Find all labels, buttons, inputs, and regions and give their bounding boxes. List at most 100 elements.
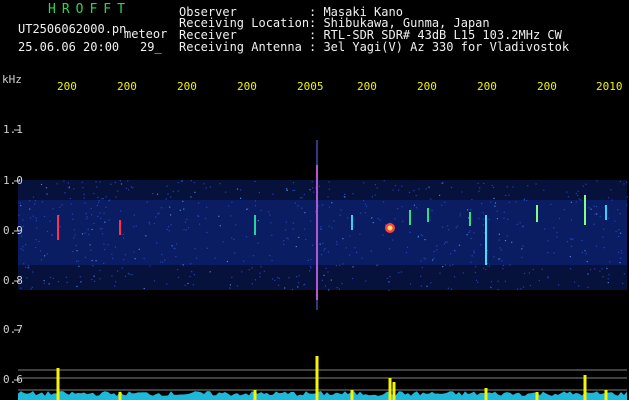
- noise-speck: [286, 189, 288, 191]
- noise-speck: [359, 233, 361, 235]
- noise-speck: [415, 195, 417, 197]
- noise-speck: [449, 264, 451, 267]
- noise-speck: [619, 262, 621, 264]
- noise-speck: [313, 191, 315, 193]
- noise-speck: [218, 215, 220, 217]
- noise-speck: [623, 183, 625, 185]
- noise-speck: [254, 180, 256, 182]
- noise-speck: [468, 231, 470, 234]
- noise-speck: [138, 248, 140, 250]
- time-tick-label: 200: [57, 80, 77, 93]
- noise-speck: [93, 222, 95, 225]
- noise-speck: [310, 267, 312, 269]
- noise-speck: [417, 235, 419, 237]
- noise-speck: [433, 250, 435, 253]
- noise-speck: [83, 197, 85, 199]
- noise-speck: [82, 187, 84, 189]
- time-tick-label: 200: [477, 80, 497, 93]
- noise-speck: [473, 250, 475, 252]
- noise-speck: [121, 267, 123, 269]
- noise-speck: [401, 206, 403, 208]
- noise-speck: [361, 257, 363, 259]
- noise-speck: [432, 259, 434, 261]
- noise-speck: [96, 204, 98, 206]
- time-tick-label: 200: [537, 80, 557, 93]
- noise-speck: [442, 266, 444, 268]
- noise-speck: [99, 228, 101, 230]
- noise-speck: [619, 213, 621, 215]
- y-tick-label: 0.7: [3, 323, 23, 336]
- noise-speck: [43, 280, 45, 282]
- noise-speck: [225, 191, 227, 193]
- noise-speck: [52, 208, 54, 210]
- noise-speck: [94, 280, 96, 282]
- noise-speck: [130, 186, 132, 188]
- noise-speck: [32, 271, 34, 273]
- noise-speck: [93, 192, 95, 195]
- noise-speck: [40, 250, 42, 252]
- noise-speck: [179, 209, 181, 211]
- noise-speck: [481, 203, 483, 205]
- noise-speck: [388, 289, 390, 291]
- noise-speck: [621, 252, 623, 254]
- noise-speck: [475, 279, 478, 281]
- noise-speck: [498, 258, 500, 260]
- noise-speck: [336, 287, 338, 289]
- noise-speck: [421, 267, 423, 269]
- noise-speck: [521, 248, 523, 250]
- noise-speck: [259, 272, 261, 274]
- noise-speck: [499, 247, 501, 249]
- noise-speck: [327, 251, 329, 253]
- noise-speck: [98, 202, 100, 204]
- noise-speck: [46, 193, 48, 195]
- noise-speck: [344, 193, 346, 195]
- noise-speck: [231, 276, 233, 278]
- noise-speck: [567, 196, 569, 198]
- noise-speck: [595, 206, 597, 208]
- noise-speck: [319, 243, 321, 245]
- noise-speck: [95, 260, 97, 262]
- noise-speck: [347, 217, 349, 219]
- noise-speck: [96, 186, 98, 188]
- noise-speck: [352, 266, 354, 268]
- noise-speck: [488, 218, 490, 220]
- noise-speck: [153, 280, 156, 282]
- noise-speck: [571, 239, 573, 241]
- noise-speck: [214, 257, 216, 259]
- noise-speck: [44, 255, 46, 257]
- noise-speck: [257, 242, 259, 244]
- noise-speck: [99, 212, 101, 214]
- noise-speck: [497, 289, 499, 291]
- noise-speck: [623, 273, 625, 275]
- noise-speck: [599, 270, 601, 272]
- noise-speck: [192, 284, 194, 286]
- noise-speck: [547, 277, 549, 279]
- noise-speck: [166, 185, 168, 187]
- noise-speck: [38, 240, 40, 243]
- noise-speck: [260, 266, 262, 268]
- noise-speck: [114, 181, 116, 183]
- histogram-spike: [604, 390, 608, 400]
- noise-speck: [127, 180, 129, 182]
- noise-speck: [506, 186, 508, 188]
- noise-speck: [310, 259, 312, 261]
- noise-speck: [286, 237, 288, 239]
- noise-speck: [400, 271, 402, 273]
- noise-speck: [490, 281, 493, 283]
- noise-speck: [482, 212, 484, 214]
- noise-speck: [146, 201, 148, 203]
- noise-speck: [274, 279, 276, 281]
- noise-speck: [297, 286, 299, 288]
- noise-speck: [170, 196, 172, 198]
- noise-speck: [283, 240, 285, 242]
- noise-speck: [309, 270, 311, 272]
- noise-speck: [441, 204, 443, 206]
- noise-speck: [382, 234, 384, 236]
- noise-speck: [23, 263, 25, 265]
- noise-speck: [169, 206, 171, 208]
- noise-speck: [566, 191, 568, 193]
- noise-speck: [301, 207, 303, 209]
- noise-speck: [76, 285, 78, 288]
- noise-speck: [424, 258, 427, 260]
- noise-speck: [301, 197, 303, 199]
